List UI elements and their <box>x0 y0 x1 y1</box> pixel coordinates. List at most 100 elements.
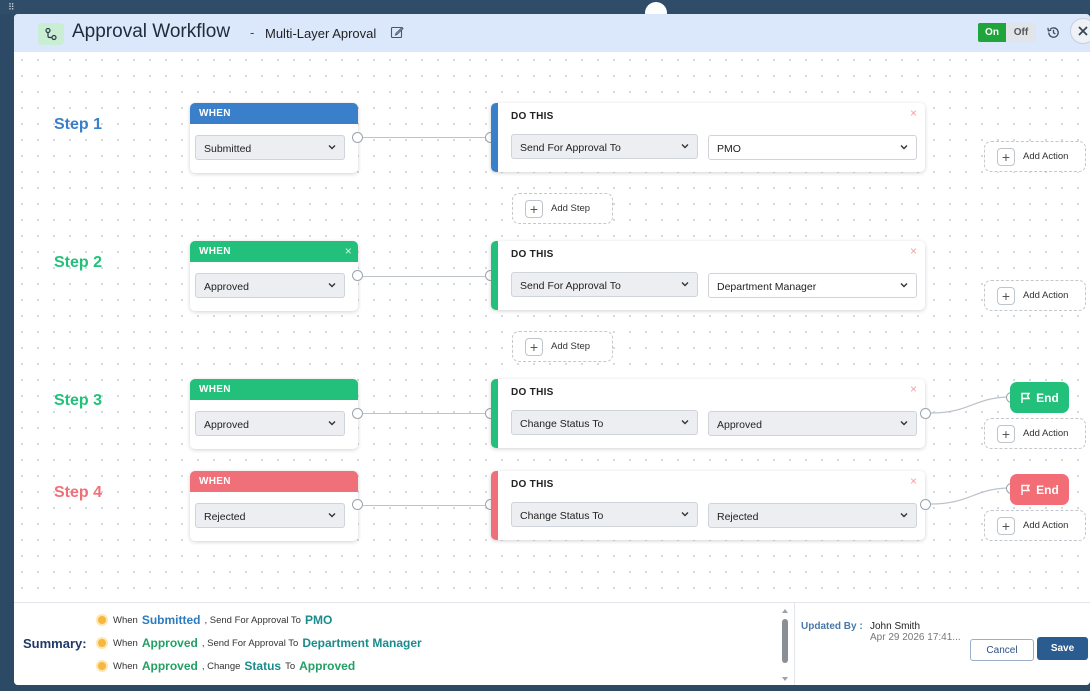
updated-by-label: Updated By : <box>801 621 863 632</box>
add-action-button[interactable]: + Add Action <box>984 418 1086 449</box>
summary-target: Department Manager <box>302 636 422 650</box>
connector-line <box>363 276 485 277</box>
delete-step-icon[interactable]: × <box>345 244 352 258</box>
toggle-off[interactable]: Off <box>1006 23 1036 42</box>
summary-target: Approved <box>299 659 356 673</box>
updated-by-name: John Smith <box>870 621 921 632</box>
step-2-target-select[interactable]: Department Manager <box>708 273 917 298</box>
add-step-button[interactable]: + Add Step <box>512 193 613 224</box>
step-1-when-select[interactable]: Submitted <box>195 135 345 160</box>
workflow-modal: Approval Workflow - Multi-Layer Aproval … <box>14 14 1090 685</box>
add-action-label: Add Action <box>1023 290 1069 301</box>
select-value: Rejected <box>717 511 759 523</box>
workflow-icon <box>38 23 64 45</box>
end-connector-line <box>930 487 1011 505</box>
summary-label: Summary: <box>23 636 87 651</box>
step-4-when-select[interactable]: Rejected <box>195 503 345 528</box>
edit-icon[interactable] <box>390 25 404 39</box>
step-2-action-select[interactable]: Send For Approval To <box>511 272 698 297</box>
end-connector-line <box>930 396 1011 414</box>
flag-icon <box>1021 484 1031 495</box>
workflow-canvas: Step 1 WHEN Submitted DO THIS × Send For… <box>14 52 1090 602</box>
step-1-label: Step 1 <box>54 116 103 133</box>
select-value: Approved <box>204 419 249 431</box>
plus-icon: + <box>997 424 1015 443</box>
step-4-do-card: DO THIS × Change Status To Rejected <box>491 471 925 540</box>
add-action-label: Add Action <box>1023 520 1069 531</box>
cancel-button[interactable]: Cancel <box>970 639 1034 661</box>
end-approved-button[interactable]: End <box>1010 382 1069 413</box>
select-value: Send For Approval To <box>520 280 621 292</box>
summary-footer: Summary: When Submitted , Send For Appro… <box>14 602 1090 685</box>
connector-port[interactable] <box>352 132 363 143</box>
scroll-up-icon[interactable] <box>780 607 790 615</box>
summary-text: , <box>201 660 205 672</box>
add-step-button[interactable]: + Add Step <box>512 331 613 362</box>
do-this-title: DO THIS <box>511 479 554 490</box>
select-value: Change Status To <box>520 418 604 430</box>
summary-target: PMO <box>304 613 333 627</box>
step-2-do-card: DO THIS × Send For Approval To Departmen… <box>491 241 925 310</box>
when-header: WHEN <box>190 471 358 492</box>
do-this-title: DO THIS <box>511 387 554 398</box>
select-value: Department Manager <box>717 281 817 293</box>
select-value: Rejected <box>204 511 246 523</box>
delete-action-icon[interactable]: × <box>910 382 917 396</box>
plus-icon: + <box>997 286 1015 305</box>
scroll-thumb[interactable] <box>782 619 788 663</box>
do-card-bar <box>491 379 498 448</box>
on-off-toggle[interactable]: On Off <box>978 23 1036 42</box>
save-button[interactable]: Save <box>1037 637 1088 660</box>
chevron-down-icon <box>328 421 336 426</box>
chevron-down-icon <box>681 420 689 425</box>
history-icon[interactable] <box>1046 25 1061 40</box>
toggle-on[interactable]: On <box>978 23 1006 42</box>
plus-icon: + <box>997 147 1015 166</box>
step-4-target-select[interactable]: Rejected <box>708 503 917 528</box>
do-this-title: DO THIS <box>511 249 554 260</box>
delete-action-icon[interactable]: × <box>910 244 917 258</box>
when-title: WHEN <box>199 246 231 257</box>
summary-text: When <box>113 614 138 626</box>
plus-icon: + <box>997 516 1015 535</box>
plus-icon: + <box>525 337 543 356</box>
modal-header: Approval Workflow - Multi-Layer Aproval … <box>14 14 1090 52</box>
updated-date: Apr 29 2026 17:41... <box>870 632 961 643</box>
connector-port[interactable] <box>352 270 363 281</box>
summary-scrollbar[interactable] <box>780 607 790 683</box>
delete-action-icon[interactable]: × <box>910 106 917 120</box>
summary-text: Change <box>207 660 241 672</box>
step-3-target-select[interactable]: Approved <box>708 411 917 436</box>
scroll-down-icon[interactable] <box>780 675 790 683</box>
chevron-down-icon <box>681 512 689 517</box>
step-2-when-card: WHEN × Approved <box>190 241 358 311</box>
app-menu-icon[interactable]: ⠿ <box>8 2 16 13</box>
step-3-when-card: WHEN Approved <box>190 379 358 449</box>
connector-line <box>363 413 485 414</box>
connector-port[interactable] <box>352 499 363 510</box>
step-3-action-select[interactable]: Change Status To <box>511 410 698 435</box>
step-1-target-select[interactable]: PMO <box>708 135 917 160</box>
summary-field: Status <box>244 659 282 673</box>
plus-icon: + <box>525 199 543 218</box>
add-action-button[interactable]: + Add Action <box>984 141 1086 172</box>
delete-action-icon[interactable]: × <box>910 474 917 488</box>
add-action-label: Add Action <box>1023 151 1069 162</box>
when-header: WHEN × <box>190 241 358 262</box>
chevron-down-icon <box>900 421 908 426</box>
connector-line <box>363 505 485 506</box>
add-action-button[interactable]: + Add Action <box>984 280 1086 311</box>
step-4-label: Step 4 <box>54 484 103 501</box>
add-action-button[interactable]: + Add Action <box>984 510 1086 541</box>
summary-text: , <box>204 614 208 626</box>
step-1-action-select[interactable]: Send For Approval To <box>511 134 698 159</box>
summary-row: When Approved , Send For Approval To Dep… <box>98 636 426 650</box>
step-4-action-select[interactable]: Change Status To <box>511 502 698 527</box>
step-3-when-select[interactable]: Approved <box>195 411 345 436</box>
close-icon[interactable] <box>1070 18 1090 44</box>
select-value: Change Status To <box>520 510 604 522</box>
chevron-down-icon <box>681 144 689 149</box>
end-rejected-button[interactable]: End <box>1010 474 1069 505</box>
step-2-when-select[interactable]: Approved <box>195 273 345 298</box>
connector-port[interactable] <box>352 408 363 419</box>
